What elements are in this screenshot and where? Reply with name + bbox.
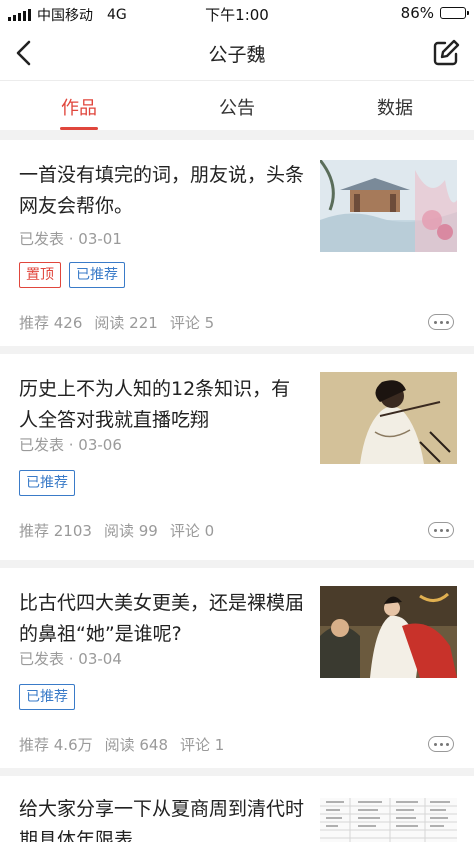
article-thumbnail[interactable] [320, 798, 457, 842]
tag-list: 已推荐 [19, 684, 75, 710]
article-title[interactable]: 给大家分享一下从夏商周到清代时期具体年限表 [19, 794, 309, 842]
edit-icon[interactable] [430, 37, 462, 69]
table-document-image [320, 798, 457, 842]
tab-bar: 作品 公告 数据 [0, 80, 474, 130]
article-stats: 推荐 426 阅读 221 评论 5 [19, 312, 214, 333]
article-card[interactable]: 历史上不为人知的12条知识，有人全答对我就直播吃翔 已发表 · 03-06 已推… [0, 354, 474, 560]
recommended-tag: 已推荐 [19, 470, 75, 496]
more-options-icon[interactable] [428, 736, 454, 752]
more-options-icon[interactable] [428, 314, 454, 330]
battery-icon [440, 7, 469, 19]
classical-figures-painting-image [320, 586, 457, 678]
article-title[interactable]: 一首没有填完的词，朋友说，头条网友会帮你。 [19, 160, 309, 222]
article-title[interactable]: 历史上不为人知的12条知识，有人全答对我就直播吃翔 [19, 374, 309, 436]
status-right: 86% [400, 4, 469, 22]
comment-count: 评论 5 [169, 314, 215, 332]
article-thumbnail[interactable] [320, 586, 457, 678]
recommended-tag: 已推荐 [69, 262, 125, 288]
nav-bar: 公子魏 [0, 26, 474, 80]
recommended-tag: 已推荐 [19, 684, 75, 710]
article-status: 已发表 · 03-01 [19, 230, 122, 248]
battery-percent: 86% [400, 4, 434, 22]
tab-works[interactable]: 作品 [34, 94, 124, 120]
status-bar: 中国移动 4G 下午1:00 86% [0, 0, 474, 26]
tab-announcements[interactable]: 公告 [192, 94, 282, 120]
recommend-count: 推荐 4.6万 [19, 736, 93, 754]
article-status: 已发表 · 03-06 [19, 436, 122, 454]
article-card[interactable]: 一首没有填完的词，朋友说，头条网友会帮你。 已发表 · 03-01 置顶 已推荐 [0, 140, 474, 346]
recommend-count: 推荐 2103 [19, 522, 92, 540]
pinned-tag: 置顶 [19, 262, 61, 288]
page-title: 公子魏 [208, 44, 266, 66]
article-card[interactable]: 给大家分享一下从夏商周到清代时期具体年限表 [0, 776, 474, 842]
article-title[interactable]: 比古代四大美女更美，还是裸模届的鼻祖“她”是谁呢? [19, 588, 309, 650]
comment-count: 评论 0 [169, 522, 215, 540]
tag-list: 置顶 已推荐 [19, 262, 125, 288]
more-options-icon[interactable] [428, 522, 454, 538]
read-count: 阅读 648 [104, 736, 169, 754]
read-count: 阅读 99 [103, 522, 158, 540]
tag-list: 已推荐 [19, 470, 75, 496]
article-status: 已发表 · 03-04 [19, 650, 122, 668]
comment-count: 评论 1 [180, 736, 225, 754]
tab-active-indicator [60, 127, 98, 130]
article-thumbnail[interactable] [320, 372, 457, 464]
recommend-count: 推荐 426 [19, 314, 83, 332]
article-card[interactable]: 比古代四大美女更美，还是裸模届的鼻祖“她”是谁呢? 已发表 · 03-04 已推… [0, 568, 474, 768]
article-thumbnail[interactable] [320, 160, 457, 252]
landscape-painting-image [320, 160, 457, 252]
article-stats: 推荐 4.6万 阅读 648 评论 1 [19, 734, 224, 755]
read-count: 阅读 221 [94, 314, 158, 332]
tab-data[interactable]: 数据 [350, 94, 440, 120]
article-stats: 推荐 2103 阅读 99 评论 0 [19, 520, 214, 541]
ink-figure-painting-image [320, 372, 457, 464]
